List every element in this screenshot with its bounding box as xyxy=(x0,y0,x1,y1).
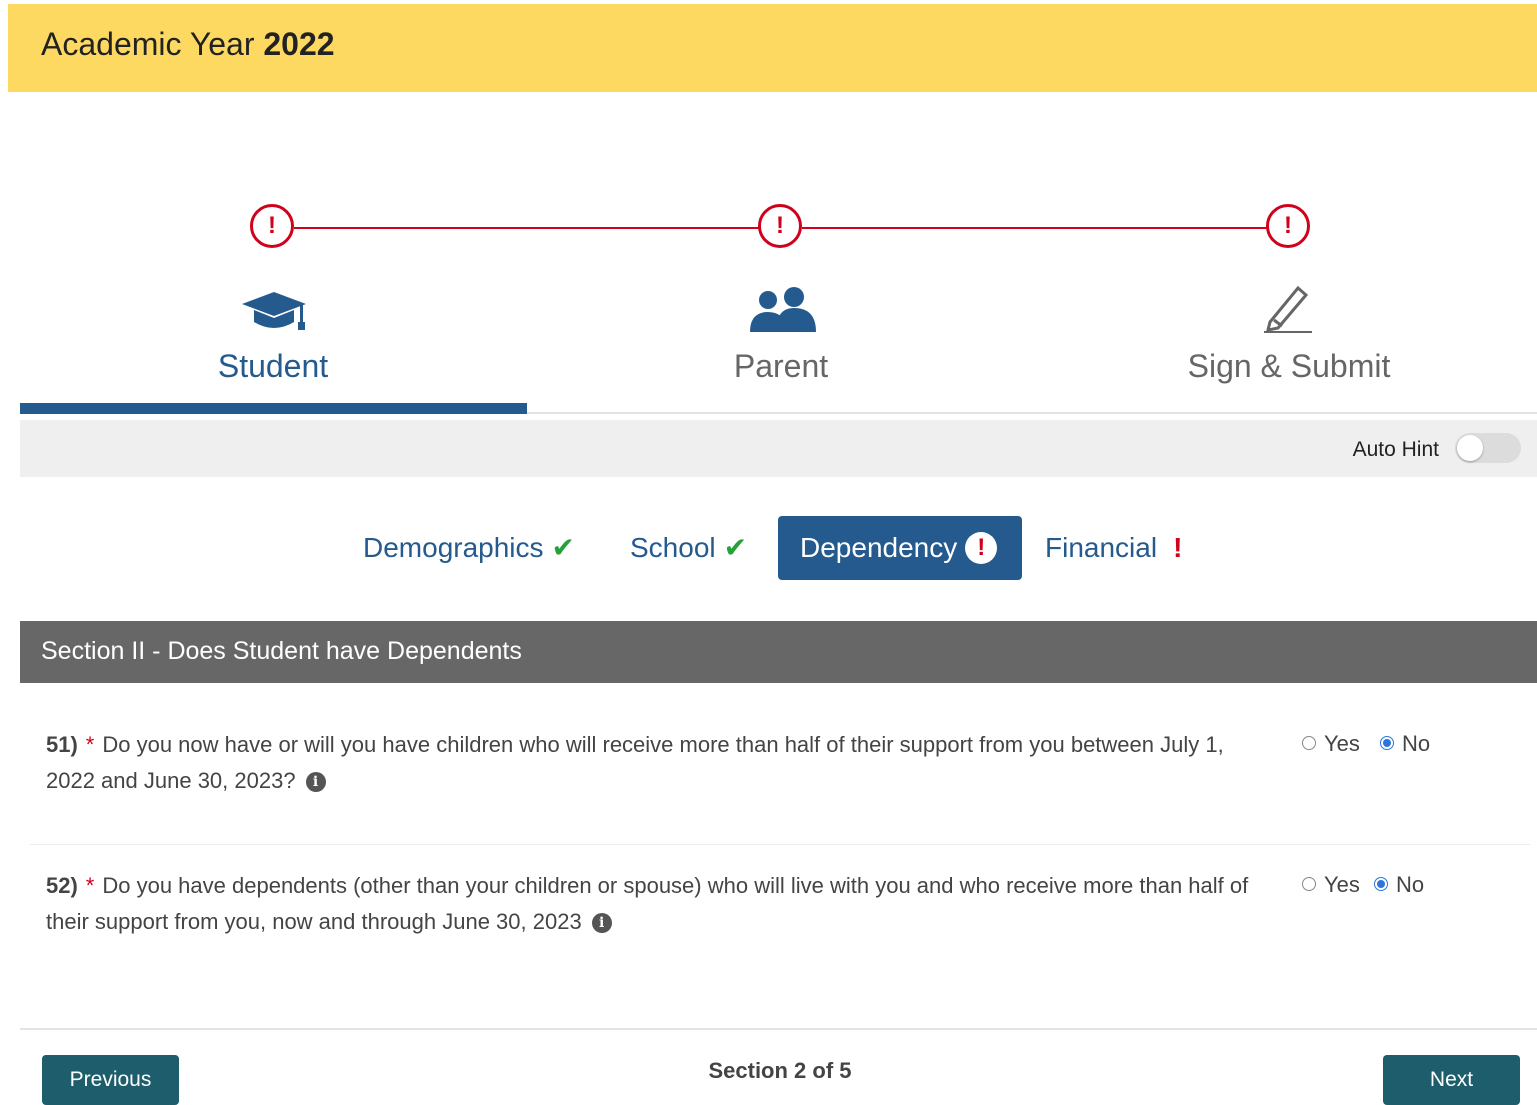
radio-yes[interactable] xyxy=(1302,877,1316,892)
question-51-options: Yes No xyxy=(1302,731,1430,757)
auto-hint-label: Auto Hint xyxy=(1352,438,1439,461)
question-number: 51) xyxy=(46,732,78,757)
question-51: 51) * Do you now have or will you have chi… xyxy=(46,727,1256,799)
next-button[interactable]: Next xyxy=(1383,1055,1520,1105)
users-icon xyxy=(746,286,818,339)
step-student-label[interactable]: Student xyxy=(123,348,423,385)
required-marker: * xyxy=(85,732,95,757)
step-sign-submit-status-icon: ! xyxy=(1266,204,1310,248)
question-52-options: Yes No xyxy=(1302,872,1424,898)
stepper-active-indicator xyxy=(20,403,527,414)
toggle-knob xyxy=(1457,435,1483,461)
stepper-connector-1 xyxy=(294,227,760,229)
pencil-icon xyxy=(1262,282,1314,339)
step-parent-label[interactable]: Parent xyxy=(631,348,931,385)
question-text: Do you have dependents (other than your … xyxy=(46,873,1249,934)
question-divider xyxy=(30,844,1530,845)
radio-no-label: No xyxy=(1396,872,1425,897)
footer-divider xyxy=(20,1028,1537,1030)
radio-yes[interactable] xyxy=(1302,736,1316,751)
page-title: Academic Year 2022 xyxy=(41,26,335,62)
subtab-financial-label: Financial xyxy=(1045,532,1158,563)
step-sign-submit-label[interactable]: Sign & Submit xyxy=(1139,348,1439,385)
subtab-demographics[interactable]: Demographics ✔ xyxy=(363,516,575,580)
radio-yes-option[interactable]: Yes xyxy=(1302,872,1360,897)
radio-no[interactable] xyxy=(1374,877,1389,892)
section-title: Section II - Does Student have Dependent… xyxy=(41,637,522,665)
info-icon[interactable]: i xyxy=(305,772,326,793)
radio-no[interactable] xyxy=(1380,736,1395,751)
auto-hint-bar: Auto Hint xyxy=(20,420,1537,477)
radio-yes-label: Yes xyxy=(1324,872,1360,897)
check-icon: ✔ xyxy=(723,532,748,563)
step-parent-status-icon: ! xyxy=(758,204,802,248)
header-banner: Academic Year 2022 xyxy=(8,4,1537,92)
exclamation-circle-icon: ! xyxy=(965,531,998,564)
subtab-school-label: School xyxy=(630,532,716,563)
radio-no-label: No xyxy=(1402,731,1431,756)
step-student-status-icon: ! xyxy=(250,204,294,248)
question-number: 52) xyxy=(46,873,78,898)
question-text: Do you now have or will you have childre… xyxy=(46,732,1224,793)
exclamation-icon: ! xyxy=(1173,532,1183,563)
subtab-dependency-label: Dependency xyxy=(800,532,958,563)
section-progress: Section 2 of 5 xyxy=(708,1058,852,1083)
stepper-connector-2 xyxy=(802,227,1268,229)
graduation-cap-icon xyxy=(240,290,308,339)
radio-no-option[interactable]: No xyxy=(1374,872,1424,897)
radio-yes-option[interactable]: Yes xyxy=(1302,731,1360,756)
question-52: 52) * Do you have dependents (other than y… xyxy=(46,868,1256,940)
check-icon: ✔ xyxy=(551,532,575,563)
required-marker: * xyxy=(85,873,95,898)
info-icon[interactable]: i xyxy=(591,913,612,934)
previous-button[interactable]: Previous xyxy=(42,1055,179,1105)
auto-hint-toggle[interactable] xyxy=(1455,433,1521,463)
subtab-dependency[interactable]: Dependency! xyxy=(778,516,1022,580)
subtab-demographics-label: Demographics xyxy=(363,532,544,563)
subtab-school[interactable]: School ✔ xyxy=(630,516,747,580)
radio-no-option[interactable]: No xyxy=(1380,731,1430,756)
subtab-financial[interactable]: Financial! xyxy=(1045,516,1182,580)
radio-yes-label: Yes xyxy=(1324,731,1360,756)
section-header: Section II - Does Student have Dependent… xyxy=(20,621,1537,683)
